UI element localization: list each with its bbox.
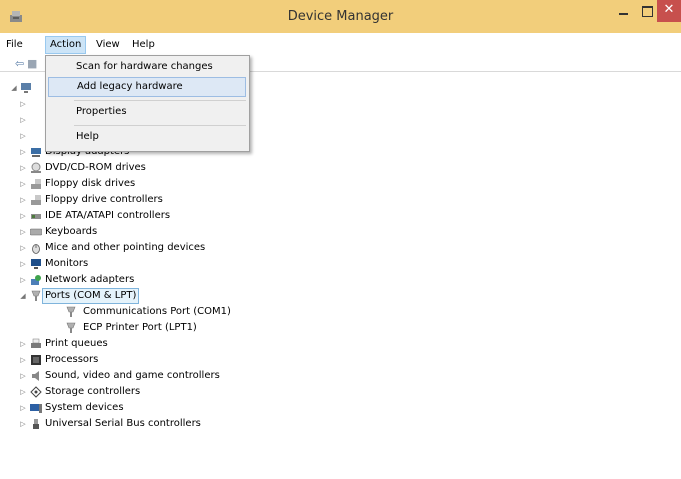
close-button[interactable]: ✕ [657, 0, 681, 22]
action-menu-dropdown: Scan for hardware changes Add legacy har… [45, 55, 250, 152]
tree-item-label: Monitors [45, 258, 89, 269]
tree-item-label: Floppy drive controllers [45, 194, 163, 205]
tree-item-network-adapters[interactable]: ▷ Network adapters [19, 272, 319, 288]
tree-item-ports[interactable]: ◢ Ports (COM & LPT) [19, 288, 319, 304]
tree-item-label: Ports (COM & LPT) [42, 288, 140, 304]
storage-controller-icon [30, 386, 42, 398]
expand-arrow-icon[interactable]: ▷ [19, 128, 27, 144]
keyboard-icon [30, 228, 42, 236]
expand-arrow-icon[interactable]: ▷ [19, 416, 27, 432]
tree-item-label: Universal Serial Bus controllers [45, 418, 201, 429]
system-device-icon [30, 404, 42, 413]
tree-item-system-devices[interactable]: ▷ System devices [19, 400, 319, 416]
expand-arrow-icon[interactable]: ▷ [19, 240, 27, 256]
port-icon [31, 290, 41, 301]
expand-arrow-icon[interactable]: ▷ [19, 256, 27, 272]
port-icon [66, 322, 76, 333]
expand-arrow-icon[interactable]: ▷ [19, 208, 27, 224]
close-icon: ✕ [663, 2, 675, 17]
expand-arrow-icon[interactable]: ▷ [19, 144, 27, 160]
tree-item-print-queues[interactable]: ▷ Print queues [19, 336, 319, 352]
tree-item-label: Print queues [45, 338, 108, 349]
speaker-icon [32, 371, 39, 381]
tree-item-sound[interactable]: ▷ Sound, video and game controllers [19, 368, 319, 384]
expand-arrow-icon[interactable]: ▷ [19, 368, 27, 384]
tree-item-label: System devices [45, 402, 124, 413]
window-title: Device Manager [287, 9, 394, 24]
tree-item-label: Sound, video and game controllers [45, 370, 220, 381]
floppy-controller-icon [31, 195, 41, 205]
expand-arrow-icon[interactable]: ▷ [19, 192, 27, 208]
tree-item-floppy-disk-drives[interactable]: ▷ Floppy disk drives [19, 176, 319, 192]
maximize-icon [642, 6, 653, 17]
ide-controller-icon [31, 214, 41, 219]
tree-item-label: Processors [45, 354, 99, 365]
expand-arrow-icon[interactable]: ▷ [19, 224, 27, 240]
menu-item-help[interactable]: Help [48, 127, 246, 147]
minimize-button[interactable] [611, 0, 635, 22]
port-icon [66, 306, 76, 317]
device-manager-window: Device Manager ✕ File Action View Help ⇦… [0, 0, 681, 479]
title-bar[interactable]: Device Manager ✕ [0, 0, 681, 33]
expand-arrow-icon[interactable]: ▷ [19, 352, 27, 368]
expand-arrow-icon[interactable]: ▷ [19, 400, 27, 416]
menu-action[interactable]: Action [45, 36, 87, 54]
collapse-arrow-icon[interactable]: ◢ [19, 288, 27, 304]
tree-item-label: Communications Port (COM1) [83, 306, 231, 317]
menu-view[interactable]: View [92, 37, 124, 53]
tree-item-label: DVD/CD-ROM drives [45, 162, 146, 173]
tree-item-label: Network adapters [45, 274, 135, 285]
menu-item-add-legacy-hardware[interactable]: Add legacy hardware [48, 77, 246, 97]
monitor-icon [31, 259, 41, 269]
back-arrow-icon[interactable]: ⇦ [15, 57, 24, 70]
tree-item-mice[interactable]: ▷ Mice and other pointing devices [19, 240, 319, 256]
tree-item-monitors[interactable]: ▷ Monitors [19, 256, 319, 272]
tree-item-label: IDE ATA/ATAPI controllers [45, 210, 171, 221]
forward-arrow-icon[interactable]: ■ [27, 57, 37, 70]
tree-item-processors[interactable]: ▷ Processors [19, 352, 319, 368]
tree-item-label: Mice and other pointing devices [45, 242, 206, 253]
printer-icon [31, 338, 41, 348]
expand-arrow-icon[interactable]: ▷ [19, 160, 27, 176]
collapse-arrow-icon[interactable]: ◢ [10, 80, 18, 96]
tree-item-com1[interactable]: Communications Port (COM1) [65, 304, 365, 320]
computer-icon [21, 83, 31, 93]
menu-file[interactable]: File [2, 37, 27, 53]
tree-item-label: ECP Printer Port (LPT1) [83, 322, 197, 333]
display-adapter-icon [31, 148, 41, 157]
floppy-drive-icon [31, 179, 41, 189]
tree-item-dvd-drives[interactable]: ▷ DVD/CD-ROM drives [19, 160, 319, 176]
menu-item-properties[interactable]: Properties [48, 102, 246, 122]
tree-item-label: Keyboards [45, 226, 98, 237]
maximize-button[interactable] [638, 0, 658, 22]
tree-root[interactable]: ◢ [10, 80, 50, 96]
usb-icon [33, 419, 39, 429]
expand-arrow-icon[interactable]: ▷ [19, 336, 27, 352]
tree-item-storage-controllers[interactable]: ▷ Storage controllers [19, 384, 319, 400]
tree-item-floppy-drive-controllers[interactable]: ▷ Floppy drive controllers [19, 192, 319, 208]
expand-arrow-icon[interactable]: ▷ [19, 96, 27, 112]
tree-item-label: Floppy disk drives [45, 178, 136, 189]
processor-icon [31, 355, 41, 365]
tree-item-keyboards[interactable]: ▷ Keyboards [19, 224, 319, 240]
menu-separator [74, 125, 246, 126]
tree-item-label: Storage controllers [45, 386, 141, 397]
menu-help[interactable]: Help [128, 37, 159, 53]
expand-arrow-icon[interactable]: ▷ [19, 272, 27, 288]
tree-item-lpt1[interactable]: ECP Printer Port (LPT1) [65, 320, 365, 336]
menu-separator [74, 100, 246, 101]
dvd-drive-icon [31, 162, 41, 173]
network-adapter-icon [31, 275, 41, 285]
mouse-icon [32, 244, 40, 254]
menu-bar: File Action View Help [0, 35, 681, 54]
expand-arrow-icon[interactable]: ▷ [19, 112, 27, 128]
tree-item-usb-controllers[interactable]: ▷ Universal Serial Bus controllers [19, 416, 319, 432]
minimize-icon [619, 13, 628, 15]
expand-arrow-icon[interactable]: ▷ [19, 176, 27, 192]
menu-item-scan-hardware[interactable]: Scan for hardware changes [48, 57, 246, 77]
tree-item-ide-controllers[interactable]: ▷ IDE ATA/ATAPI controllers [19, 208, 319, 224]
expand-arrow-icon[interactable]: ▷ [19, 384, 27, 400]
